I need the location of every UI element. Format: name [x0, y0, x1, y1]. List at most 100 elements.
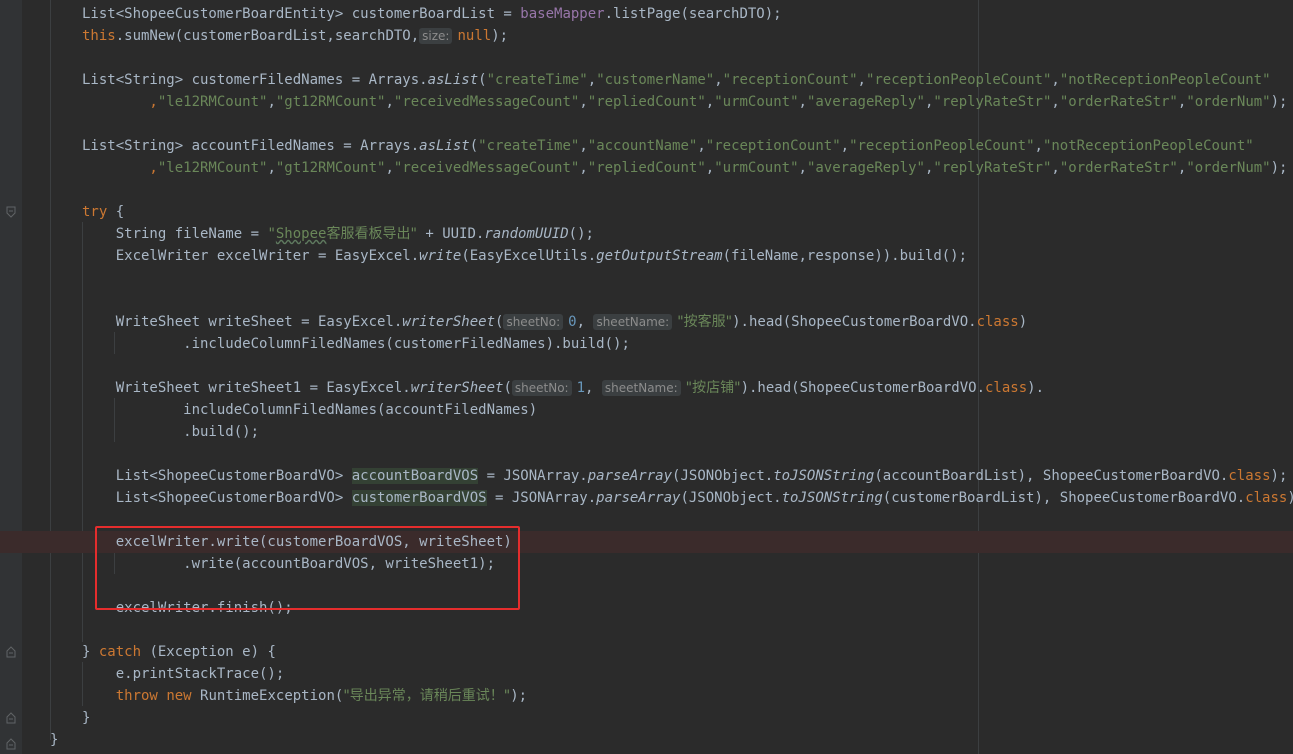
code-token: );	[1270, 94, 1288, 110]
code-token: ).	[1027, 380, 1045, 396]
code-line[interactable]: List<String> customerFiledNames = Arrays…	[0, 69, 1293, 91]
code-line[interactable]	[0, 443, 1293, 465]
code-token: (	[495, 314, 504, 330]
code-line[interactable]: }	[0, 707, 1293, 729]
code-line[interactable]: .includeColumnFiledNames(customerFiledNa…	[0, 333, 1293, 355]
code-token: "receivedMessageCount"	[393, 160, 580, 176]
code-token: ,	[82, 94, 158, 110]
fold-marker-icon[interactable]	[6, 206, 16, 218]
parameter-hint: sheetName:	[593, 314, 673, 330]
code-token: "averageReply"	[806, 160, 925, 176]
parameter-hint: sheetNo:	[503, 314, 564, 330]
code-token: ,	[579, 138, 588, 154]
code-token: }	[82, 710, 91, 726]
code-token: (	[478, 72, 487, 88]
code-line[interactable]: List<ShopeeCustomerBoardEntity> customer…	[0, 3, 1293, 25]
code-token: "orderNum"	[1186, 94, 1271, 110]
code-token: "repliedCount"	[587, 160, 706, 176]
code-token: "customerName"	[596, 72, 715, 88]
parameter-hint: size:	[419, 28, 453, 44]
code-line[interactable]: } catch (Exception e) {	[0, 641, 1293, 663]
code-token: ,	[798, 160, 807, 176]
code-token: "	[267, 226, 276, 242]
code-line[interactable]: e.printStackTrace();	[0, 663, 1293, 685]
code-token: ,	[267, 160, 276, 176]
code-token: class	[985, 380, 1028, 396]
code-token: "urmCount"	[714, 94, 799, 110]
code-text: } catch (Exception e) {	[82, 641, 276, 663]
code-line[interactable]: ,"le12RMCount","gt12RMCount","receivedMe…	[0, 157, 1293, 179]
code-line[interactable]	[0, 355, 1293, 377]
code-token: customerBoardVOS	[351, 490, 487, 506]
code-line[interactable]: String fileName = "Shopee客服看板导出" + UUID.…	[0, 223, 1293, 245]
code-token: "按店铺"	[685, 380, 741, 396]
code-line[interactable]: .build();	[0, 421, 1293, 443]
code-token: toJSONString	[781, 490, 883, 506]
code-text: String fileName = "Shopee客服看板导出" + UUID.…	[82, 223, 594, 245]
code-line[interactable]: throw new RuntimeException("导出异常，请稍后重试！"…	[0, 685, 1293, 707]
code-line[interactable]	[0, 47, 1293, 69]
code-token: "gt12RMCount"	[275, 94, 386, 110]
fold-marker-icon[interactable]	[6, 646, 16, 658]
code-token: );	[510, 688, 528, 704]
code-token: try	[82, 204, 108, 220]
code-token: + UUID.	[416, 226, 485, 242]
code-line[interactable]: WriteSheet writeSheet1 = EasyExcel.write…	[0, 377, 1293, 399]
code-line[interactable]: ,"le12RMCount","gt12RMCount","receivedMe…	[0, 91, 1293, 113]
code-token: (JSONObject.	[680, 490, 782, 506]
code-token: ,	[587, 72, 597, 88]
code-token: "createTime"	[486, 72, 588, 88]
code-line[interactable]: includeColumnFiledNames(accountFiledName…	[0, 399, 1293, 421]
code-line[interactable]: List<ShopeeCustomerBoardVO> accountBoard…	[0, 465, 1293, 487]
code-line[interactable]	[0, 267, 1293, 289]
code-text: ExcelWriter excelWriter = EasyExcel.writ…	[82, 245, 967, 267]
code-token: this	[82, 28, 116, 44]
code-line[interactable]: try {	[0, 201, 1293, 223]
code-token: ,	[857, 72, 866, 88]
code-token: "urmCount"	[714, 160, 799, 176]
code-line[interactable]	[0, 113, 1293, 135]
code-editor[interactable]: List<ShopeeCustomerBoardEntity> customer…	[0, 0, 1293, 754]
code-line[interactable]: List<ShopeeCustomerBoardVO> customerBoar…	[0, 487, 1293, 509]
code-line[interactable]: WriteSheet writeSheet = EasyExcel.writer…	[0, 311, 1293, 333]
code-token: ,	[705, 160, 715, 176]
code-token: "receptionPeopleCount"	[865, 72, 1052, 88]
code-token: baseMapper	[520, 6, 605, 22]
code-token: class	[1245, 490, 1288, 506]
code-token: {	[107, 204, 125, 220]
code-line[interactable]: ExcelWriter excelWriter = EasyExcel.writ…	[0, 245, 1293, 267]
code-line[interactable]: }	[0, 729, 1293, 751]
code-line[interactable]	[0, 619, 1293, 641]
code-line[interactable]: List<String> accountFiledNames = Arrays.…	[0, 135, 1293, 157]
code-token: WriteSheet writeSheet1 = EasyExcel.	[82, 380, 411, 396]
code-text: WriteSheet writeSheet1 = EasyExcel.write…	[82, 377, 1044, 399]
code-token: "createTime"	[478, 138, 580, 154]
code-token: (	[469, 138, 479, 154]
code-token: Shopee	[275, 226, 327, 242]
code-token: "notReceptionPeopleCount"	[1059, 72, 1271, 88]
code-token: write	[419, 248, 462, 264]
code-token: (	[503, 380, 512, 396]
code-token: "orderRateStr"	[1059, 94, 1178, 110]
code-text: }	[82, 707, 90, 729]
code-token: ,	[840, 138, 850, 154]
fold-marker-icon[interactable]	[6, 712, 16, 724]
code-line[interactable]	[0, 289, 1293, 311]
code-token: "导出异常，请稍后重试！"	[343, 688, 511, 704]
code-token: 0	[568, 314, 577, 330]
code-token: ,	[1051, 160, 1060, 176]
code-token: ).head(ShopeeCustomerBoardVO.	[740, 380, 985, 396]
code-text: ,"le12RMCount","gt12RMCount","receivedMe…	[82, 91, 1287, 113]
code-token: ,	[1051, 72, 1060, 88]
code-token: "repliedCount"	[587, 94, 706, 110]
parameter-hint: sheetName:	[601, 380, 681, 396]
code-token: writerSheet	[402, 314, 496, 330]
code-token: ,	[385, 94, 394, 110]
code-token: "orderRateStr"	[1059, 160, 1178, 176]
code-line[interactable]	[0, 179, 1293, 201]
code-token: asList	[427, 72, 479, 88]
code-token: null	[457, 28, 492, 44]
code-token: e.printStackTrace();	[82, 666, 285, 682]
code-line[interactable]: this.sumNew(customerBoardList,searchDTO,…	[0, 25, 1293, 47]
fold-marker-icon[interactable]	[6, 738, 16, 750]
